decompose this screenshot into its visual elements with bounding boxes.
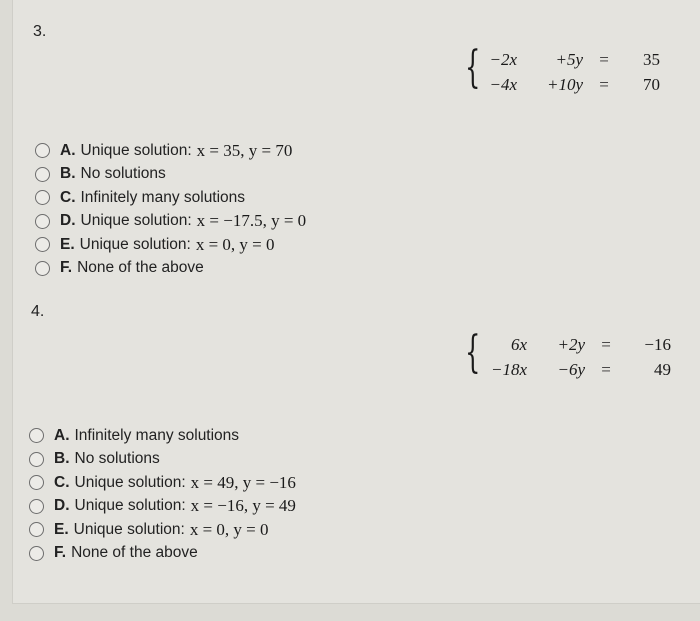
worksheet-page: 3. { −2x +5y = 35 −4x +10y = 70 A. Uniqu… [12, 0, 700, 604]
equals-sign: = [601, 335, 611, 354]
x-term: −18x [490, 360, 527, 379]
radio-button[interactable] [29, 428, 44, 444]
y-term: +2y [557, 335, 585, 354]
x-term: −2x [489, 50, 517, 69]
x-term: −4x [489, 75, 517, 94]
option-e[interactable]: E. Unique solution: x = 0, y = 0 [29, 518, 296, 542]
option-b[interactable]: B. No solutions [29, 448, 296, 472]
equation-system: { −2x +5y = 35 −4x +10y = 70 [465, 46, 665, 100]
option-math: x = −16, y = 49 [190, 496, 296, 516]
radio-button[interactable] [35, 166, 50, 182]
option-c[interactable]: C. Infinitely many solutions [35, 186, 306, 210]
radio-button[interactable] [29, 522, 44, 538]
radio-button[interactable] [35, 143, 50, 159]
y-term: −6y [557, 360, 585, 379]
equation-system: { 6x +2y = −16 −18x −6y = 49 [465, 331, 685, 385]
y-term: +5y [555, 50, 583, 69]
option-math: x = 35, y = 70 [196, 140, 293, 160]
option-math: x = 49, y = −16 [190, 472, 296, 492]
equals-sign: = [599, 50, 609, 69]
radio-button[interactable] [35, 190, 50, 206]
radio-button[interactable] [35, 260, 50, 276]
rhs-value: −16 [644, 335, 671, 354]
radio-button[interactable] [29, 451, 44, 467]
radio-button[interactable] [29, 545, 44, 561]
option-e[interactable]: E. Unique solution: x = 0, y = 0 [35, 233, 306, 257]
option-d[interactable]: D. Unique solution: x = −17.5, y = 0 [35, 210, 306, 234]
answer-options: A. Infinitely many solutions B. No solut… [29, 424, 296, 565]
option-f[interactable]: F. None of the above [29, 542, 296, 566]
question-number: 4. [31, 303, 45, 320]
rhs-value: 35 [643, 50, 660, 69]
x-term: 6x [510, 335, 527, 354]
rhs-value: 49 [654, 360, 671, 379]
radio-button[interactable] [35, 213, 50, 229]
equals-sign: = [601, 360, 611, 379]
option-math: x = 0, y = 0 [195, 234, 275, 254]
option-b[interactable]: B. No solutions [35, 163, 306, 187]
option-a[interactable]: A. Infinitely many solutions [29, 424, 296, 448]
option-math: x = −17.5, y = 0 [196, 211, 307, 231]
option-a[interactable]: A. Unique solution: x = 35, y = 70 [35, 139, 306, 163]
y-term: +10y [546, 75, 583, 94]
option-math: x = 0, y = 0 [189, 519, 269, 539]
option-f[interactable]: F. None of the above [35, 257, 306, 281]
option-c[interactable]: C. Unique solution: x = 49, y = −16 [29, 471, 296, 495]
radio-button[interactable] [29, 475, 44, 491]
answer-options: A. Unique solution: x = 35, y = 70 B. No… [35, 139, 306, 280]
question-number: 3. [33, 23, 47, 40]
rhs-value: 70 [643, 75, 660, 94]
option-d[interactable]: D. Unique solution: x = −16, y = 49 [29, 495, 296, 519]
radio-button[interactable] [29, 498, 44, 514]
equals-sign: = [599, 75, 609, 94]
radio-button[interactable] [35, 237, 50, 253]
